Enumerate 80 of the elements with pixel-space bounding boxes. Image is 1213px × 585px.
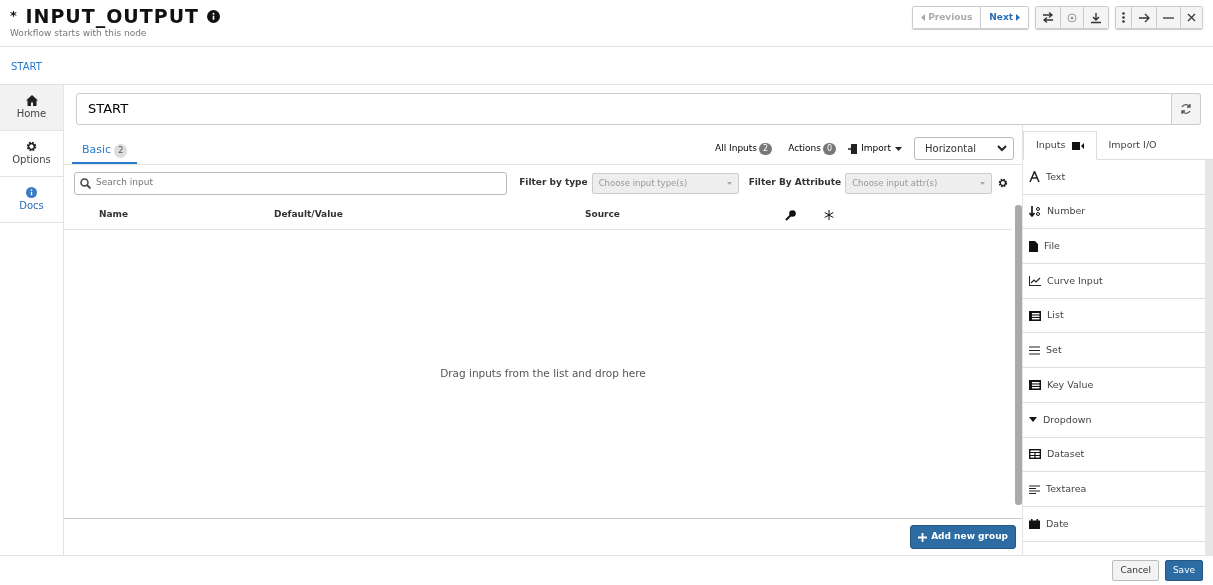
input-type-item[interactable]: Text xyxy=(1023,160,1205,195)
settings-icon[interactable] xyxy=(998,178,1008,188)
panel-tab[interactable]: Inputs xyxy=(1023,131,1097,160)
table-icon xyxy=(1029,379,1041,390)
caret-icon xyxy=(1029,417,1037,423)
sort-numeric-icon xyxy=(1029,206,1041,218)
gear-icon xyxy=(26,140,37,152)
sidebar-item[interactable]: Home xyxy=(0,85,63,131)
input-type-item[interactable]: Curve Input xyxy=(1023,264,1205,299)
caret-icon xyxy=(726,181,732,185)
arrow-right-icon xyxy=(1138,12,1150,23)
input-type-item[interactable]: Set xyxy=(1023,333,1205,369)
input-type-item[interactable]: Textarea xyxy=(1023,472,1205,507)
caret-icon xyxy=(921,14,926,21)
video-camera-icon xyxy=(1071,141,1084,150)
caret-icon xyxy=(1016,14,1020,21)
lines-icon xyxy=(1029,345,1040,355)
column-header: Source xyxy=(585,208,621,222)
counter-button[interactable]: All Inputs 2 xyxy=(715,141,773,156)
breadcrumb-link[interactable]: START xyxy=(11,61,42,72)
swap-arrows-icon xyxy=(1042,12,1054,23)
sidebar-item[interactable]: Docs xyxy=(0,177,63,223)
info-icon xyxy=(206,10,220,23)
save-button[interactable]: Save xyxy=(1164,559,1203,582)
input-type-item[interactable]: Number xyxy=(1023,194,1205,230)
input-type-item[interactable]: Dropdown xyxy=(1023,402,1205,438)
input-type-item[interactable]: Key Value xyxy=(1023,368,1205,403)
swap-button[interactable] xyxy=(1036,7,1061,28)
modified-mark: * xyxy=(10,8,18,23)
column-header: Name xyxy=(98,208,130,222)
info-icon xyxy=(26,186,37,198)
sidebar-item[interactable]: Options xyxy=(0,131,63,177)
filter-label: Filter by type xyxy=(519,176,588,190)
caret-icon xyxy=(980,181,986,185)
table-icon xyxy=(1029,310,1041,321)
line-chart-icon xyxy=(1029,275,1041,286)
home-icon xyxy=(25,94,38,106)
counter-button[interactable]: Actions 0 xyxy=(788,141,837,156)
import-button[interactable]: Import xyxy=(848,141,902,156)
node-title: INPUT_OUTPUT xyxy=(25,5,200,27)
more-button[interactable] xyxy=(1116,7,1132,28)
circle-icon xyxy=(1067,12,1077,23)
search-field[interactable]: Search input xyxy=(74,171,508,195)
tab[interactable]: Basic 2 xyxy=(72,141,138,164)
cancel-button[interactable]: Cancel xyxy=(1112,559,1159,582)
name-field[interactable]: START xyxy=(76,93,1172,125)
asterisk-icon xyxy=(824,210,834,220)
input-type-item[interactable]: List xyxy=(1023,298,1205,334)
node-subtitle: Workflow starts with this node xyxy=(10,27,147,40)
calendar-icon xyxy=(1029,518,1040,529)
grid-icon xyxy=(1029,449,1041,460)
close-button[interactable] xyxy=(1181,7,1202,28)
import-icon xyxy=(848,143,858,154)
align-left-icon xyxy=(1029,484,1040,494)
scrollbar[interactable] xyxy=(1015,205,1022,505)
download-button[interactable] xyxy=(1084,7,1108,28)
input-type-item[interactable]: Date xyxy=(1023,506,1205,542)
arrow-right-button[interactable] xyxy=(1132,7,1157,28)
column-header: Default/Value xyxy=(274,208,344,222)
plus-icon xyxy=(918,532,928,542)
input-type-item[interactable]: Dataset xyxy=(1023,437,1205,473)
dots-icon xyxy=(1122,12,1125,23)
caret-icon xyxy=(895,146,902,151)
minimize-icon xyxy=(1163,16,1174,19)
file-icon xyxy=(1029,240,1038,252)
add-group-button[interactable]: Add new group xyxy=(910,525,1016,549)
next-button[interactable]: Next xyxy=(981,7,1028,28)
refresh-icon xyxy=(1180,102,1192,115)
download-icon xyxy=(1090,11,1102,24)
letter-icon xyxy=(1029,171,1040,183)
chevron-down-icon xyxy=(997,145,1007,152)
layout-select[interactable]: Horizontal xyxy=(914,137,1014,160)
refresh-button[interactable] xyxy=(1172,93,1201,125)
key-icon xyxy=(785,209,796,221)
input-type-item[interactable]: File xyxy=(1023,229,1205,265)
panel-tab[interactable]: Import I/O xyxy=(1096,131,1169,159)
minimize-button[interactable] xyxy=(1157,7,1181,28)
filter-label: Filter By Attribute xyxy=(748,176,842,190)
close-icon xyxy=(1187,13,1196,22)
empty-message: Drag inputs from the list and drop here xyxy=(440,366,646,382)
